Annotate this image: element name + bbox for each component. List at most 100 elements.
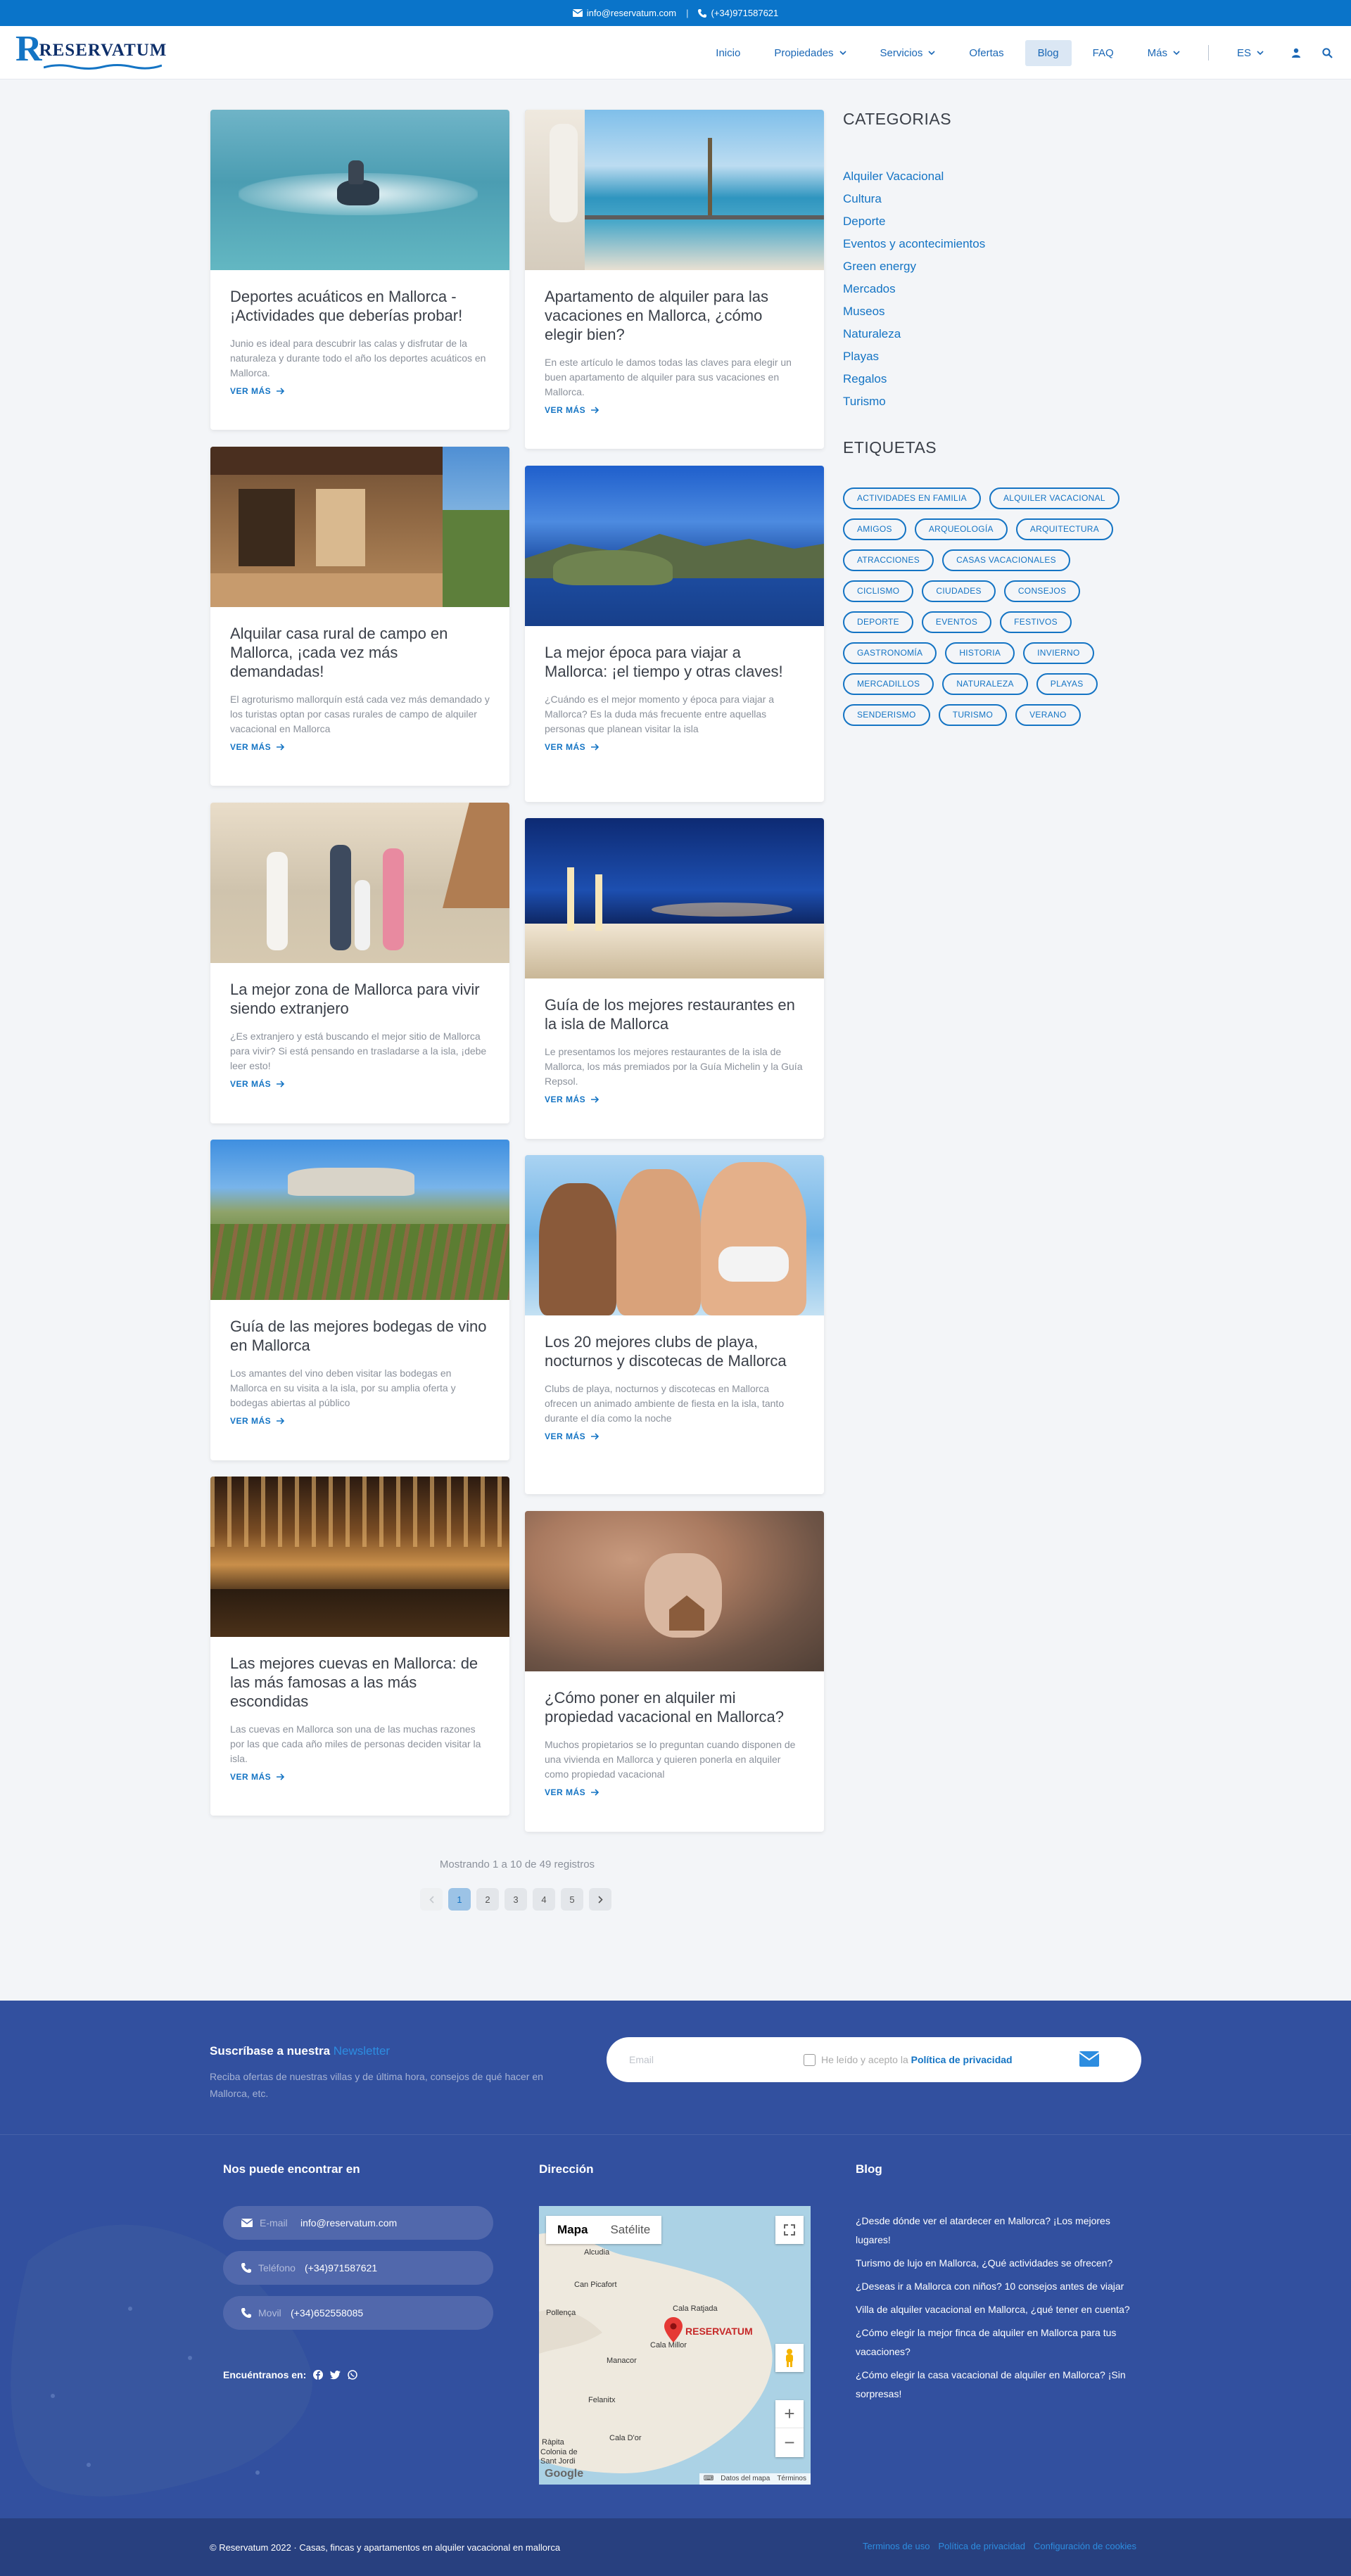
nav-item-blog[interactable]: Blog: [1025, 39, 1072, 66]
nav-item-mas[interactable]: Más: [1135, 40, 1193, 66]
map-data-label[interactable]: Datos del mapa: [721, 2475, 770, 2483]
topbar-phone[interactable]: (+34)971587621: [698, 8, 778, 18]
contact-mobile[interactable]: Movil (+34)652558085: [223, 2296, 493, 2330]
category-link[interactable]: Deporte: [843, 210, 1124, 233]
privacy-link[interactable]: Política de privacidad: [938, 2541, 1025, 2551]
category-link[interactable]: Alquiler Vacacional: [843, 165, 1124, 188]
tag-chip[interactable]: INVIERNO: [1023, 642, 1094, 664]
post-title[interactable]: Apartamento de alquiler para las vacacio…: [545, 287, 804, 344]
tag-chip[interactable]: ARQUEOLOGÍA: [914, 518, 1008, 540]
privacy-checkbox[interactable]: [804, 2053, 816, 2066]
read-more-link[interactable]: VER MÁS: [545, 1095, 600, 1104]
read-more-link[interactable]: VER MÁS: [230, 1772, 285, 1782]
tag-chip[interactable]: HISTORIA: [945, 642, 1015, 664]
blog-post-card[interactable]: Apartamento de alquiler para las vacacio…: [525, 110, 824, 449]
map-tab-map[interactable]: Mapa: [546, 2216, 599, 2244]
tag-chip[interactable]: FESTIVOS: [1000, 611, 1072, 633]
tag-chip[interactable]: ALQUILER VACACIONAL: [989, 487, 1120, 509]
category-link[interactable]: Green energy: [843, 255, 1124, 278]
tag-chip[interactable]: NATURALEZA: [942, 673, 1028, 695]
location-map[interactable]: Mapa Satélite Alcudia Can Picafort Cala …: [539, 2206, 811, 2485]
blog-post-card[interactable]: Guía de las mejores bodegas de vino en M…: [210, 1140, 509, 1460]
blog-post-card[interactable]: Los 20 mejores clubs de playa, nocturnos…: [525, 1155, 824, 1494]
footer-blog-link[interactable]: ¿Deseas ir a Mallorca con niños? 10 cons…: [856, 2277, 1137, 2296]
tag-chip[interactable]: MERCADILLOS: [843, 673, 934, 695]
newsletter-email-input[interactable]: Email: [629, 2054, 784, 2065]
twitter-icon[interactable]: [330, 2370, 341, 2380]
post-title[interactable]: Guía de las mejores bodegas de vino en M…: [230, 1317, 490, 1355]
post-title[interactable]: Deportes acuáticos en Mallorca - ¡Activi…: [230, 287, 490, 325]
contact-email[interactable]: E-mail info@reservatum.com: [223, 2206, 493, 2240]
blog-post-card[interactable]: Deportes acuáticos en Mallorca - ¡Activi…: [210, 110, 509, 430]
nav-item-propiedades[interactable]: Propiedades: [761, 40, 858, 66]
post-title[interactable]: ¿Cómo poner en alquiler mi propiedad vac…: [545, 1688, 804, 1726]
read-more-link[interactable]: VER MÁS: [230, 1079, 285, 1089]
tag-chip[interactable]: CICLISMO: [843, 580, 914, 602]
keyboard-shortcuts-icon[interactable]: ⌨: [704, 2475, 713, 2483]
tag-chip[interactable]: SENDERISMO: [843, 704, 930, 726]
blog-post-card[interactable]: ¿Cómo poner en alquiler mi propiedad vac…: [525, 1511, 824, 1832]
post-title[interactable]: Las mejores cuevas en Mallorca: de las m…: [230, 1654, 490, 1711]
read-more-link[interactable]: VER MÁS: [545, 405, 600, 415]
category-link[interactable]: Cultura: [843, 188, 1124, 210]
privacy-policy-link[interactable]: Política de privacidad: [911, 2054, 1013, 2065]
tag-chip[interactable]: AMIGOS: [843, 518, 906, 540]
blog-post-card[interactable]: Alquilar casa rural de campo en Mallorca…: [210, 447, 509, 786]
blog-post-card[interactable]: La mejor zona de Mallorca para vivir sie…: [210, 803, 509, 1123]
post-title[interactable]: Guía de los mejores restaurantes en la i…: [545, 995, 804, 1033]
page-button[interactable]: 3: [505, 1888, 527, 1911]
footer-blog-link[interactable]: Villa de alquiler vacacional en Mallorca…: [856, 2300, 1137, 2319]
tag-chip[interactable]: CASAS VACACIONALES: [942, 549, 1070, 571]
fullscreen-button[interactable]: [775, 2216, 804, 2244]
tag-chip[interactable]: CONSEJOS: [1003, 580, 1081, 602]
post-title[interactable]: Los 20 mejores clubs de playa, nocturnos…: [545, 1332, 804, 1370]
cookie-settings-link[interactable]: Configuración de cookies: [1034, 2541, 1136, 2551]
zoom-out-button[interactable]: −: [775, 2428, 804, 2456]
post-title[interactable]: Alquilar casa rural de campo en Mallorca…: [230, 624, 490, 681]
map-terms-link[interactable]: Términos: [777, 2475, 806, 2483]
category-link[interactable]: Eventos y acontecimientos: [843, 233, 1124, 255]
blog-post-card[interactable]: Guía de los mejores restaurantes en la i…: [525, 818, 824, 1139]
tag-chip[interactable]: PLAYAS: [1036, 673, 1098, 695]
tag-chip[interactable]: VERANO: [1015, 704, 1081, 726]
contact-phone[interactable]: Teléfono (+34)971587621: [223, 2251, 493, 2285]
nav-item-ofertas[interactable]: Ofertas: [956, 40, 1016, 66]
category-link[interactable]: Playas: [843, 345, 1124, 368]
footer-blog-link[interactable]: ¿Cómo elegir la casa vacacional de alqui…: [856, 2366, 1137, 2404]
zoom-in-button[interactable]: +: [775, 2400, 804, 2428]
location-pin-icon[interactable]: [664, 2317, 683, 2342]
account-button[interactable]: [1281, 48, 1312, 58]
read-more-link[interactable]: VER MÁS: [545, 1787, 600, 1797]
footer-blog-link[interactable]: Turismo de lujo en Mallorca, ¿Qué activi…: [856, 2254, 1137, 2273]
tag-chip[interactable]: CIUDADES: [922, 580, 996, 602]
read-more-link[interactable]: VER MÁS: [230, 1416, 285, 1426]
nav-item-servicios[interactable]: Servicios: [868, 40, 949, 66]
category-link[interactable]: Turismo: [843, 390, 1124, 413]
language-selector[interactable]: ES: [1224, 40, 1276, 66]
tag-chip[interactable]: TURISMO: [938, 704, 1008, 726]
tag-chip[interactable]: GASTRONOMÍA: [843, 642, 937, 664]
tag-chip[interactable]: EVENTOS: [921, 611, 992, 633]
nav-item-faq[interactable]: FAQ: [1080, 40, 1127, 66]
reservatum-logo[interactable]: R RESERVATUM: [15, 31, 167, 70]
search-button[interactable]: [1312, 47, 1343, 58]
category-link[interactable]: Mercados: [843, 278, 1124, 300]
category-link[interactable]: Museos: [843, 300, 1124, 323]
nav-item-inicio[interactable]: Inicio: [703, 40, 753, 66]
street-view-button[interactable]: [775, 2344, 804, 2372]
post-title[interactable]: La mejor zona de Mallorca para vivir sie…: [230, 980, 490, 1018]
blog-post-card[interactable]: La mejor época para viajar a Mallorca: ¡…: [525, 466, 824, 802]
footer-blog-link[interactable]: ¿Desde dónde ver el atardecer en Mallorc…: [856, 2212, 1137, 2250]
footer-blog-link[interactable]: ¿Cómo elegir la mejor finca de alquiler …: [856, 2323, 1137, 2361]
blog-post-card[interactable]: Las mejores cuevas en Mallorca: de las m…: [210, 1477, 509, 1816]
page-button[interactable]: 4: [533, 1888, 555, 1911]
tag-chip[interactable]: ACTIVIDADES EN FAMILIA: [843, 487, 981, 509]
map-tab-satellite[interactable]: Satélite: [599, 2216, 661, 2244]
tag-chip[interactable]: ARQUITECTURA: [1015, 518, 1114, 540]
next-page-button[interactable]: [589, 1888, 611, 1911]
read-more-link[interactable]: VER MÁS: [230, 386, 285, 396]
whatsapp-icon[interactable]: [348, 2370, 357, 2380]
terms-link[interactable]: Terminos de uso: [863, 2541, 930, 2551]
page-button[interactable]: 2: [476, 1888, 499, 1911]
tag-chip[interactable]: DEPORTE: [843, 611, 913, 633]
